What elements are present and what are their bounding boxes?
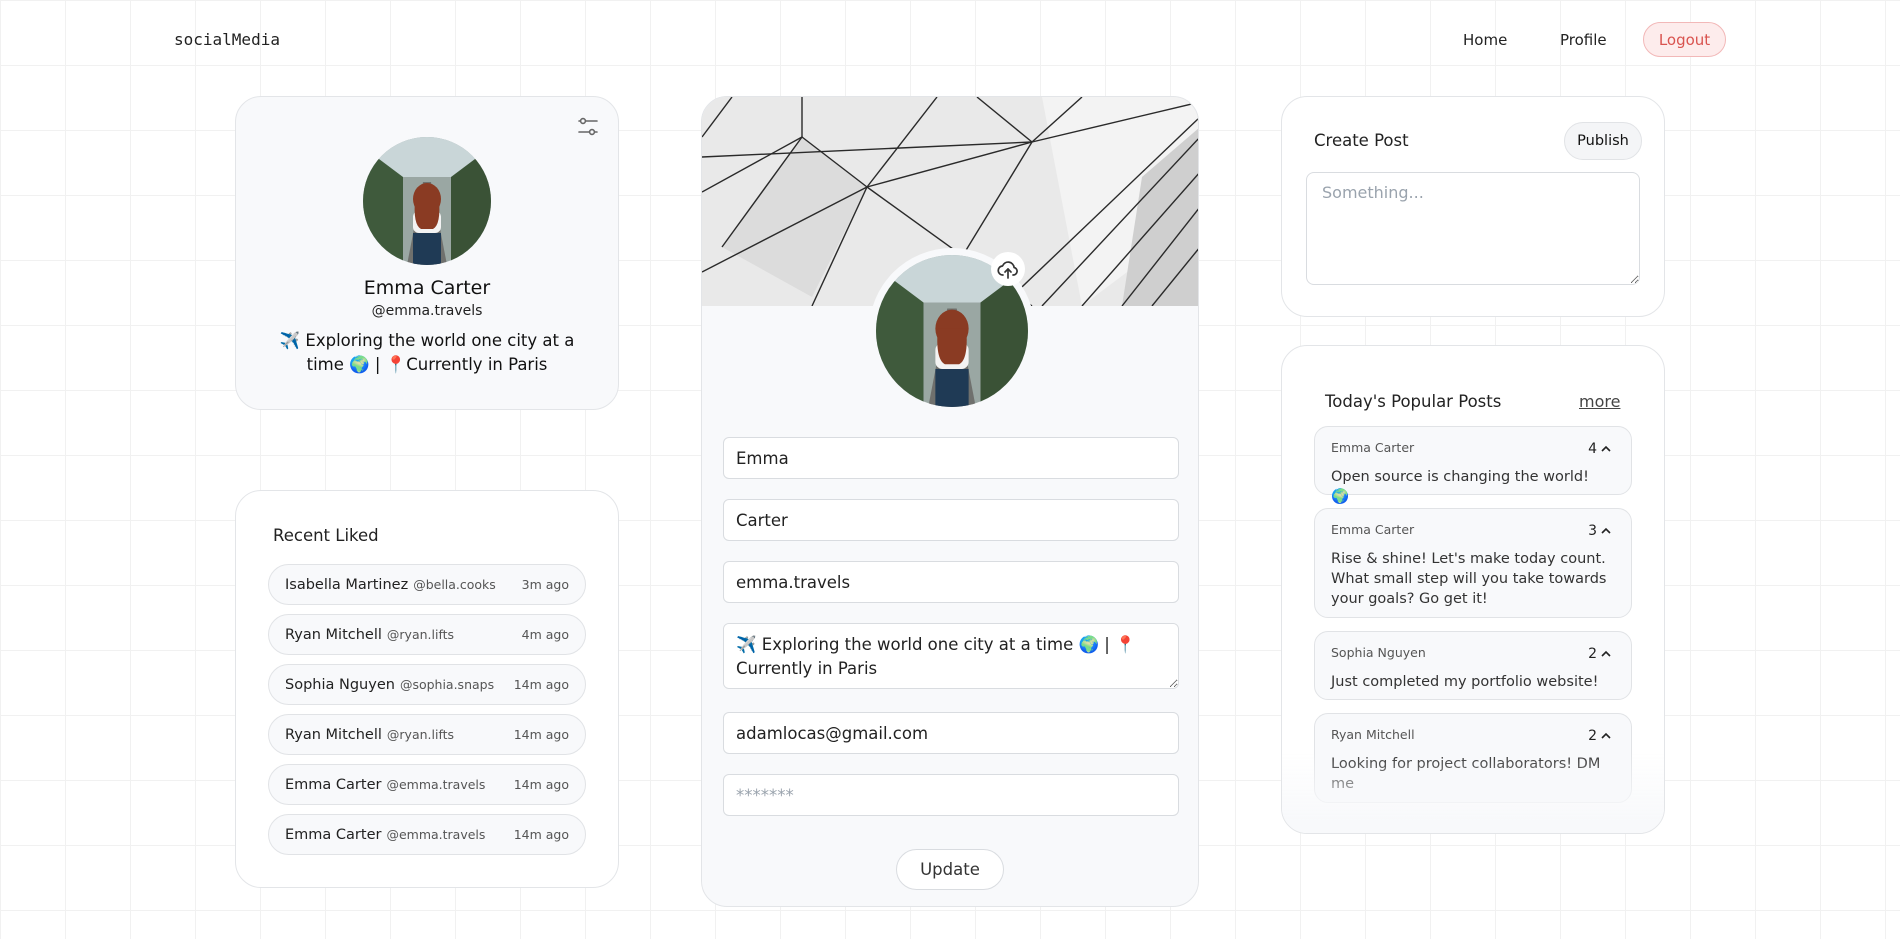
profile-name: Emma Carter — [363, 277, 491, 299]
list-item[interactable]: Sophia Nguyen @sophia.snaps 14m ago — [268, 664, 586, 705]
liked-time: 14m ago — [513, 777, 569, 792]
liked-time: 3m ago — [521, 577, 569, 592]
liked-user-handle: @emma.travels — [386, 777, 486, 792]
update-button[interactable]: Update — [896, 849, 1004, 890]
sliders-icon[interactable] — [576, 115, 600, 139]
liked-user-name: Ryan Mitchell — [285, 726, 382, 743]
popular-post[interactable]: Sophia Nguyen 2 Just completed my portfo… — [1314, 631, 1632, 700]
chevron-up-icon — [1601, 650, 1611, 657]
liked-time: 14m ago — [513, 727, 569, 742]
upvote-number: 2 — [1588, 728, 1597, 744]
last-name-field[interactable] — [723, 499, 1179, 541]
profile-bio: ✈️ Exploring the world one city at a tim… — [279, 331, 575, 374]
post-author: Ryan Mitchell — [1331, 727, 1415, 742]
create-post-card: Create Post Publish — [1281, 96, 1665, 317]
popular-posts-card: Today's Popular Posts more Emma Carter 4… — [1281, 345, 1665, 834]
post-input[interactable] — [1306, 172, 1640, 285]
list-item[interactable]: Emma Carter @emma.travels 14m ago — [268, 764, 586, 805]
liked-time: 14m ago — [513, 677, 569, 692]
nav-home-link[interactable]: Home — [1463, 31, 1507, 49]
bio-field[interactable]: ✈️ Exploring the world one city at a tim… — [723, 623, 1179, 689]
publish-button[interactable]: Publish — [1564, 122, 1642, 160]
upvote-count[interactable]: 3 — [1588, 523, 1613, 539]
post-author: Emma Carter — [1331, 522, 1415, 537]
post-text: Looking for project collaborators! DM me — [1331, 756, 1601, 792]
liked-time: 4m ago — [521, 627, 569, 642]
upvote-number: 3 — [1588, 523, 1597, 539]
liked-user-handle: @ryan.lifts — [386, 727, 455, 742]
first-name-field[interactable] — [723, 437, 1179, 479]
popular-post[interactable]: Ryan Mitchell 2 Looking for project coll… — [1314, 713, 1632, 803]
username-field[interactable] — [723, 561, 1179, 603]
nav-profile-link[interactable]: Profile — [1560, 31, 1607, 49]
upload-photo-button[interactable] — [991, 252, 1025, 286]
recent-liked-card: Recent Liked Isabella Martinez @bella.co… — [235, 490, 619, 888]
post-author: Sophia Nguyen — [1331, 645, 1426, 660]
profile-handle: @emma.travels — [371, 303, 483, 319]
post-text: Open source is changing the world! 🌍 — [1331, 469, 1589, 505]
list-item[interactable]: Ryan Mitchell @ryan.lifts 14m ago — [268, 714, 586, 755]
chevron-up-icon — [1601, 732, 1611, 739]
liked-user-handle: @bella.cooks — [413, 577, 496, 592]
upvote-count[interactable]: 2 — [1588, 728, 1613, 744]
liked-user-name: Isabella Martinez — [285, 576, 409, 593]
post-text: Just completed my portfolio website! — [1331, 674, 1599, 690]
liked-user-name: Sophia Nguyen — [285, 676, 395, 693]
recent-liked-title: Recent Liked — [273, 526, 379, 545]
list-item[interactable]: Ryan Mitchell @ryan.lifts 4m ago — [268, 614, 586, 655]
upvote-number: 2 — [1588, 646, 1597, 662]
more-link[interactable]: more — [1579, 392, 1620, 411]
popular-post[interactable]: Emma Carter 4 Open source is changing th… — [1314, 426, 1632, 505]
edit-profile-card: ✈️ Exploring the world one city at a tim… — [701, 96, 1199, 907]
liked-user-handle: @sophia.snaps — [399, 677, 495, 692]
chevron-up-icon — [1601, 445, 1611, 452]
liked-time: 14m ago — [513, 827, 569, 842]
liked-user-name: Ryan Mitchell — [285, 626, 382, 643]
brand-logo[interactable]: socialMedia — [174, 30, 280, 49]
password-field[interactable] — [723, 774, 1179, 816]
liked-user-handle: @emma.travels — [386, 827, 486, 842]
upvote-count[interactable]: 4 — [1588, 441, 1613, 457]
create-post-title: Create Post — [1314, 131, 1409, 150]
liked-user-name: Emma Carter — [285, 776, 382, 793]
list-item[interactable]: Emma Carter @emma.travels 14m ago — [268, 814, 586, 855]
cloud-upload-icon — [997, 261, 1018, 279]
list-item[interactable]: Isabella Martinez @bella.cooks 3m ago — [268, 564, 586, 605]
upvote-number: 4 — [1588, 441, 1597, 457]
post-author: Emma Carter — [1331, 440, 1415, 455]
profile-card: Emma Carter @emma.travels ✈️ Exploring t… — [235, 96, 619, 410]
avatar — [363, 137, 491, 265]
popular-posts-title: Today's Popular Posts — [1325, 392, 1502, 411]
upvote-count[interactable]: 2 — [1588, 646, 1613, 662]
liked-user-name: Emma Carter — [285, 826, 382, 843]
popular-post[interactable]: Emma Carter 3 Rise & shine! Let's make t… — [1314, 508, 1632, 618]
chevron-up-icon — [1601, 527, 1611, 534]
logout-button[interactable]: Logout — [1643, 22, 1726, 57]
post-text: Rise & shine! Let's make today count. Wh… — [1331, 551, 1607, 607]
liked-user-handle: @ryan.lifts — [386, 627, 455, 642]
email-field[interactable] — [723, 712, 1179, 754]
